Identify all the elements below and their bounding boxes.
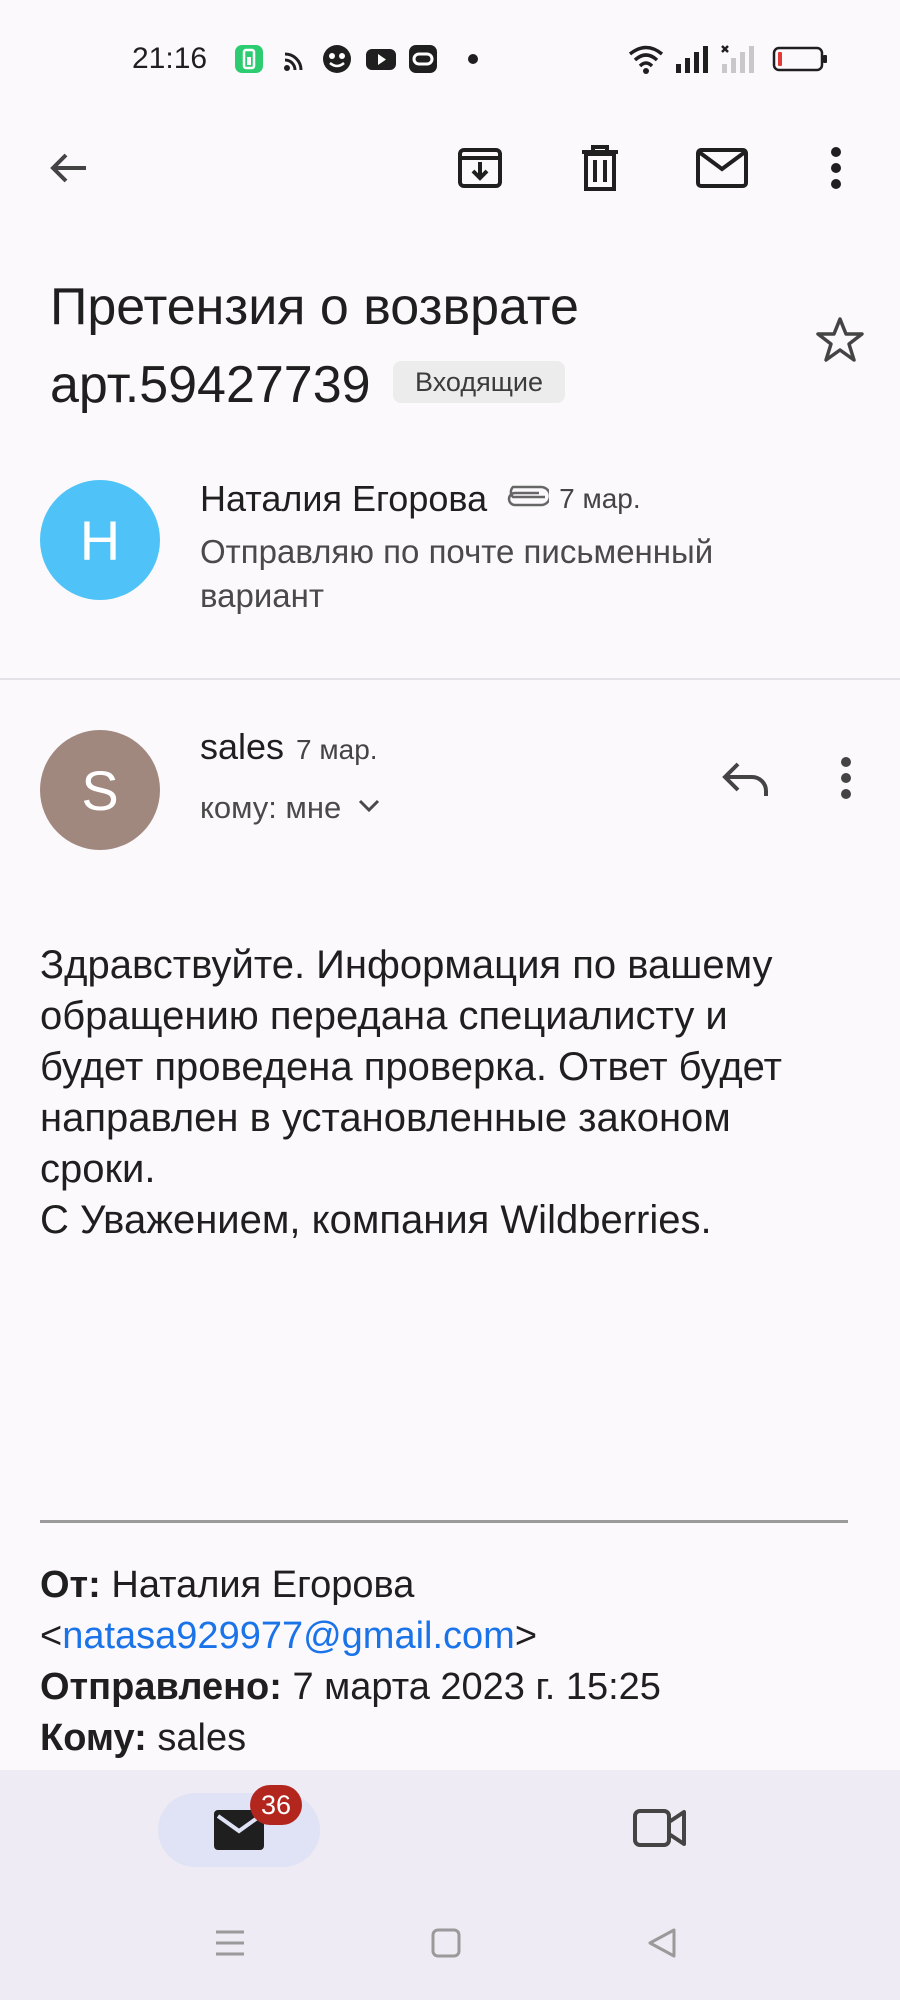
delete-button[interactable] <box>570 140 630 200</box>
from-label: От: <box>40 1564 101 1606</box>
youtube-icon <box>365 44 396 74</box>
back-button[interactable] <box>38 140 98 200</box>
avatar: Н <box>40 480 160 600</box>
sender-name: Наталия Егорова <box>200 478 488 519</box>
back-arrow-icon <box>46 146 90 195</box>
cast-icon <box>280 44 310 74</box>
message-more-button[interactable] <box>816 750 876 810</box>
delete-icon <box>578 144 622 197</box>
body-line: направлен в установленные законом <box>40 1096 731 1140</box>
reply-icon <box>720 758 770 803</box>
body-line: Здравствуйте. Информация по вашему <box>40 943 773 987</box>
star-button[interactable] <box>808 310 872 374</box>
system-back-button[interactable] <box>632 1920 692 1970</box>
menu-icon <box>214 1929 246 1962</box>
battery-low-icon <box>772 44 828 74</box>
home-square-icon <box>430 1927 462 1964</box>
message-date: 7 мар. <box>296 734 378 765</box>
more-vert-icon <box>830 146 842 195</box>
from-email-link[interactable]: natasa929977@gmail.com <box>62 1615 515 1657</box>
body-line: будет проведена проверка. Ответ будет <box>40 1045 782 1089</box>
to-value: sales <box>157 1717 247 1759</box>
system-home-button[interactable] <box>416 1920 476 1970</box>
recipient-details-toggle[interactable]: кому: мне <box>200 790 381 826</box>
more-options-button[interactable] <box>806 140 866 200</box>
face-app-icon <box>322 44 352 74</box>
sender-avatar[interactable]: S <box>40 730 160 850</box>
message-body: Здравствуйте. Информация по вашему обращ… <box>40 940 870 1246</box>
message-snippet: Отправляю по почте письменный вариант <box>200 533 714 614</box>
system-menu-button[interactable] <box>200 1920 260 1970</box>
more-vert-icon <box>840 756 852 805</box>
vr-app-icon <box>408 44 438 74</box>
message-date: 7 мар. <box>559 483 641 514</box>
body-line: С Уважением, компания Wildberries. <box>40 1198 712 1242</box>
wifi-icon <box>628 44 664 74</box>
nav-meet-tab[interactable] <box>620 1800 700 1860</box>
video-camera-icon <box>632 1806 688 1855</box>
status-time: 21:16 <box>132 42 208 75</box>
notification-dot-icon <box>466 44 496 74</box>
quote-separator <box>40 1520 848 1523</box>
sender-name: sales <box>200 726 285 767</box>
sent-value: 7 марта 2023 г. 15:25 <box>292 1666 661 1708</box>
archive-icon <box>456 144 504 197</box>
thread-divider <box>0 678 900 680</box>
attachment-icon <box>501 485 552 514</box>
archive-button[interactable] <box>450 140 510 200</box>
recipient-label: кому: мне <box>200 790 342 825</box>
star-icon <box>815 315 865 370</box>
body-line: обращению передана специалисту и <box>40 994 728 1038</box>
chevron-down-icon <box>357 798 381 819</box>
inbox-label-chip[interactable]: Входящие <box>393 361 566 404</box>
from-name: Наталия Егорова <box>111 1564 415 1606</box>
reply-button[interactable] <box>710 750 780 810</box>
mark-unread-icon <box>695 147 749 194</box>
status-bar: 21:16 <box>0 0 900 120</box>
sent-label: Отправлено: <box>40 1666 282 1708</box>
signal-no-service-icon <box>720 44 756 74</box>
back-triangle-icon <box>646 1927 678 1964</box>
body-line: сроки. <box>40 1147 156 1191</box>
signal-icon <box>674 44 710 74</box>
mark-unread-button[interactable] <box>690 140 754 200</box>
to-label: Кому: <box>40 1717 147 1759</box>
unread-count-badge: 36 <box>250 1785 302 1825</box>
quoted-header: От: Наталия Егорова <natasa929977@gmail.… <box>40 1564 661 1759</box>
email-subject: Претензия о возврате арт.59427739 Входящ… <box>50 268 810 424</box>
battery-saver-icon <box>234 44 264 74</box>
